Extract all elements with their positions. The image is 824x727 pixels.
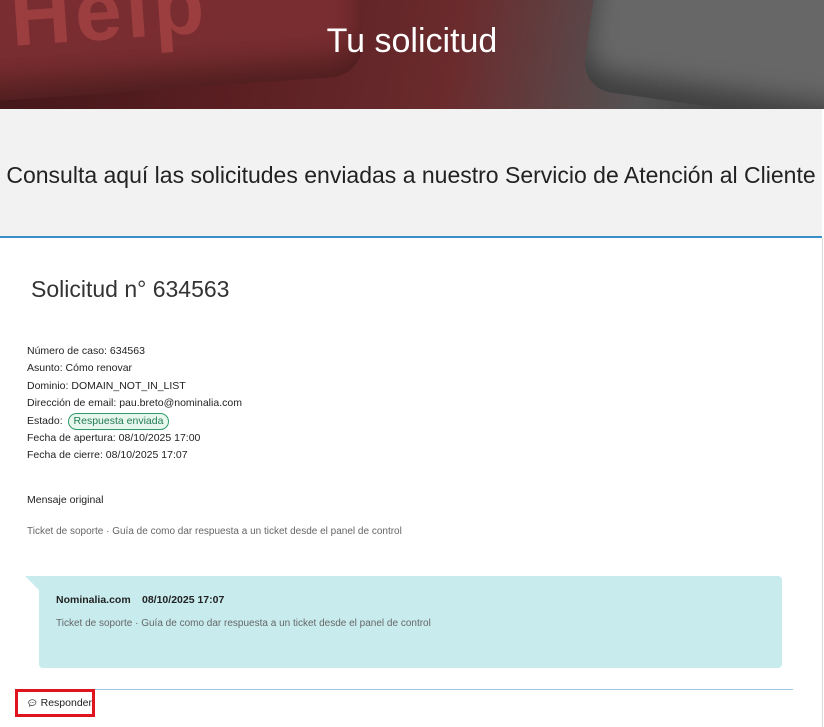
detail-email: Dirección de email: pau.breto@nominalia.…	[27, 397, 242, 410]
page-title: Tu solicitud	[326, 22, 498, 60]
intro-text: Consulta aquí las solicitudes enviadas a…	[6, 162, 816, 188]
request-title: Solicitud n° 634563	[31, 276, 230, 302]
original-message-text: Ticket de soporte · Guía de como dar res…	[27, 526, 402, 537]
detail-domain: Dominio: DOMAIN_NOT_IN_LIST	[27, 379, 186, 392]
detail-open-date: Fecha de apertura: 08/10/2025 17:00	[27, 432, 201, 445]
divider	[822, 238, 823, 727]
reply-sender: Nominalia.com	[56, 594, 131, 606]
status-badge: Respuesta enviada	[67, 412, 170, 430]
intro-section: Consulta aquí las solicitudes enviadas a…	[0, 109, 822, 238]
reply-button[interactable]: Responder	[15, 689, 95, 717]
reply-date: 08/10/2025 17:07	[142, 594, 225, 606]
chat-icon	[28, 699, 37, 707]
divider	[31, 689, 793, 690]
reply-bubble: Nominalia.com 08/10/2025 17:07 Ticket de…	[39, 576, 782, 668]
detail-case-number: Número de caso: 634563	[27, 345, 145, 357]
reply-button-label: Responder	[40, 697, 92, 709]
request-details: Número de caso: 634563 Asunto: Cómo reno…	[27, 343, 242, 465]
detail-status: Estado: Respuesta enviada	[27, 412, 242, 430]
header-banner: Help Tu solicitud	[0, 0, 824, 109]
reply-message: Ticket de soporte · Guía de como dar res…	[56, 618, 431, 629]
original-message-label: Mensaje original	[27, 494, 104, 506]
detail-close-date: Fecha de cierre: 08/10/2025 17:07	[27, 449, 188, 462]
detail-subject: Asunto: Cómo renovar	[27, 362, 133, 375]
